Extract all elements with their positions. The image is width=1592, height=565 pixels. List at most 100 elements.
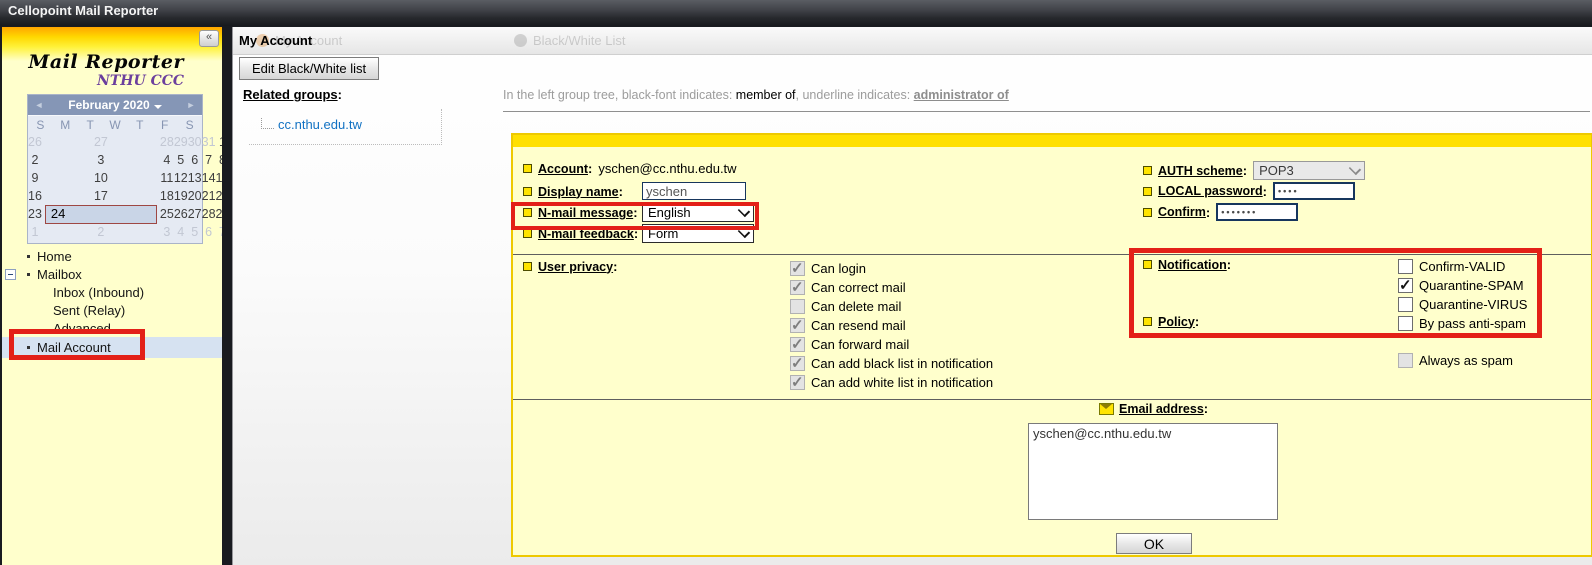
checkbox-row: Can resend mail <box>790 316 993 335</box>
checkbox-row: Can add black list in notification <box>790 354 993 373</box>
calendar-day[interactable]: 29 <box>216 206 222 222</box>
calendar-day[interactable]: 3 <box>160 224 174 240</box>
checkbox-label: By pass anti-spam <box>1419 316 1526 331</box>
calendar-day[interactable]: 9 <box>28 170 42 186</box>
calendar-prev-icon[interactable]: ◄ <box>28 100 50 110</box>
nmail-message-select[interactable]: English <box>642 203 754 222</box>
calendar-day[interactable]: 5 <box>188 224 202 240</box>
calendar-day[interactable]: 6 <box>202 224 216 240</box>
calendar-day[interactable]: 22 <box>216 188 222 204</box>
group-link[interactable]: cc.nthu.edu.tw <box>278 117 362 132</box>
calendar-day[interactable]: 29 <box>174 134 188 150</box>
sidebar-item-advanced[interactable]: Advanced <box>2 319 222 337</box>
calendar-day[interactable]: 6 <box>188 152 202 168</box>
checkbox-can-correct-mail <box>790 280 805 295</box>
checkbox-can-add-white-list-in-notification <box>790 375 805 390</box>
sidebar-item-home[interactable]: Home <box>2 247 222 265</box>
calendar-day[interactable]: 28 <box>202 206 216 222</box>
calendar-day[interactable]: 30 <box>188 134 202 150</box>
auth-scheme-select[interactable]: POP3 <box>1253 161 1365 180</box>
display-name-input[interactable] <box>642 182 746 200</box>
always-as-spam-row: Always as spam <box>1398 351 1513 370</box>
calendar-day[interactable]: 1 <box>216 134 222 150</box>
calendar-day[interactable]: 25 <box>160 206 174 222</box>
collapse-minus-icon[interactable] <box>5 269 16 280</box>
calendar-day[interactable]: 21 <box>202 188 216 204</box>
sidebar-item-inbox-inbound[interactable]: Inbox (Inbound) <box>2 283 222 301</box>
calendar-day[interactable]: 28 <box>160 134 174 150</box>
calendar-day[interactable]: 8 <box>216 152 222 168</box>
calendar-day[interactable]: 26 <box>28 134 42 150</box>
checkbox-row: Can delete mail <box>790 297 993 316</box>
field-bullet-icon <box>1143 317 1152 326</box>
calendar-day[interactable]: 19 <box>174 188 188 204</box>
calendar-day[interactable]: 27 <box>188 206 202 222</box>
calendar-day[interactable]: 23 <box>28 206 42 222</box>
calendar-day[interactable]: 17 <box>42 188 160 204</box>
calendar-day[interactable]: 7 <box>202 152 216 168</box>
calendar-day[interactable]: 4 <box>160 152 174 168</box>
checkbox-label: Can forward mail <box>811 337 909 352</box>
checkbox-label: Quarantine-SPAM <box>1419 278 1524 293</box>
calendar-header: ◄ February 2020 ► <box>28 95 202 115</box>
field-bullet-icon <box>523 208 532 217</box>
calendar-day[interactable]: 14 <box>202 170 216 186</box>
calendar-day[interactable]: 31 <box>202 134 216 150</box>
sidebar-collapse-button[interactable]: « <box>199 30 219 47</box>
calendar: ◄ February 2020 ► SMTWTFS 26272829303112… <box>27 94 203 244</box>
window-title: Cellopoint Mail Reporter <box>8 3 158 18</box>
checkbox-can-login <box>790 261 805 276</box>
account-form-panel: Account: yschen@cc.nthu.edu.tw Display n… <box>511 133 1592 557</box>
checkbox-quarantine-virus[interactable] <box>1398 297 1413 312</box>
email-address-row: Email address: <box>1099 401 1214 416</box>
calendar-day[interactable]: 13 <box>188 170 202 186</box>
calendar-day[interactable]: 1 <box>28 224 42 240</box>
calendar-next-icon[interactable]: ► <box>180 100 202 110</box>
email-address-label: Email address <box>1119 402 1204 416</box>
email-address-textarea[interactable]: yschen@cc.nthu.edu.tw <box>1028 423 1278 520</box>
calendar-day-selected[interactable]: 24 <box>45 205 157 224</box>
sidebar-item-label: Advanced <box>53 321 111 336</box>
tab-black-white-list-ghost[interactable]: Black/White List <box>514 33 625 48</box>
calendar-day[interactable]: 11 <box>160 170 174 186</box>
auth-scheme-label: AUTH scheme <box>1158 164 1243 178</box>
sidebar-item-mail-account[interactable]: Mail Account <box>2 337 222 358</box>
confirm-password-input[interactable]: ••••••• <box>1216 203 1298 221</box>
calendar-day[interactable]: 27 <box>42 134 160 150</box>
calendar-day[interactable]: 20 <box>188 188 202 204</box>
calendar-day[interactable]: 10 <box>42 170 160 186</box>
nmail-feedback-select[interactable]: Form <box>642 224 754 243</box>
sidebar-item-mailbox[interactable]: Mailbox <box>2 265 222 283</box>
sidebar-item-sent-relay[interactable]: Sent (Relay) <box>2 301 222 319</box>
checkbox-label: Can delete mail <box>811 299 901 314</box>
calendar-day[interactable]: 18 <box>160 188 174 204</box>
hint-member-of: member of <box>736 88 796 102</box>
calendar-day[interactable]: 2 <box>42 224 160 240</box>
calendar-day[interactable]: 15 <box>216 170 222 186</box>
checkbox-confirm-valid[interactable] <box>1398 259 1413 274</box>
checkbox-can-add-black-list-in-notification <box>790 356 805 371</box>
notification-checkbox-list: Confirm-VALID Quarantine-SPAM Quarantine-V… <box>1398 257 1527 333</box>
checkbox-row: Confirm-VALID <box>1398 257 1527 276</box>
sidebar-item-label: Inbox (Inbound) <box>53 285 144 300</box>
local-password-input[interactable]: •••• <box>1273 182 1355 200</box>
calendar-day[interactable]: 26 <box>174 206 188 222</box>
hint-text: In the left group tree, black-font indic… <box>503 88 736 102</box>
calendar-day[interactable]: 12 <box>174 170 188 186</box>
calendar-day[interactable]: 7 <box>216 224 222 240</box>
ok-button[interactable]: OK <box>1116 533 1192 554</box>
calendar-day[interactable]: 3 <box>42 152 160 168</box>
checkbox-label: Quarantine-VIRUS <box>1419 297 1527 312</box>
checkbox-label: Always as spam <box>1419 353 1513 368</box>
field-bullet-icon <box>1143 208 1152 217</box>
checkbox-quarantine-spam[interactable] <box>1398 278 1413 293</box>
calendar-day[interactable]: 2 <box>28 152 42 168</box>
calendar-day[interactable]: 4 <box>174 224 188 240</box>
checkbox-label: Can add black list in notification <box>811 356 993 371</box>
checkbox-can-delete-mail <box>790 299 805 314</box>
edit-black-white-list-button[interactable]: Edit Black/White list <box>239 57 379 80</box>
calendar-day[interactable]: 16 <box>28 188 42 204</box>
calendar-month-selector[interactable]: February 2020 <box>50 98 180 112</box>
checkbox-by-pass-anti-spam[interactable] <box>1398 316 1413 331</box>
calendar-day[interactable]: 5 <box>174 152 188 168</box>
